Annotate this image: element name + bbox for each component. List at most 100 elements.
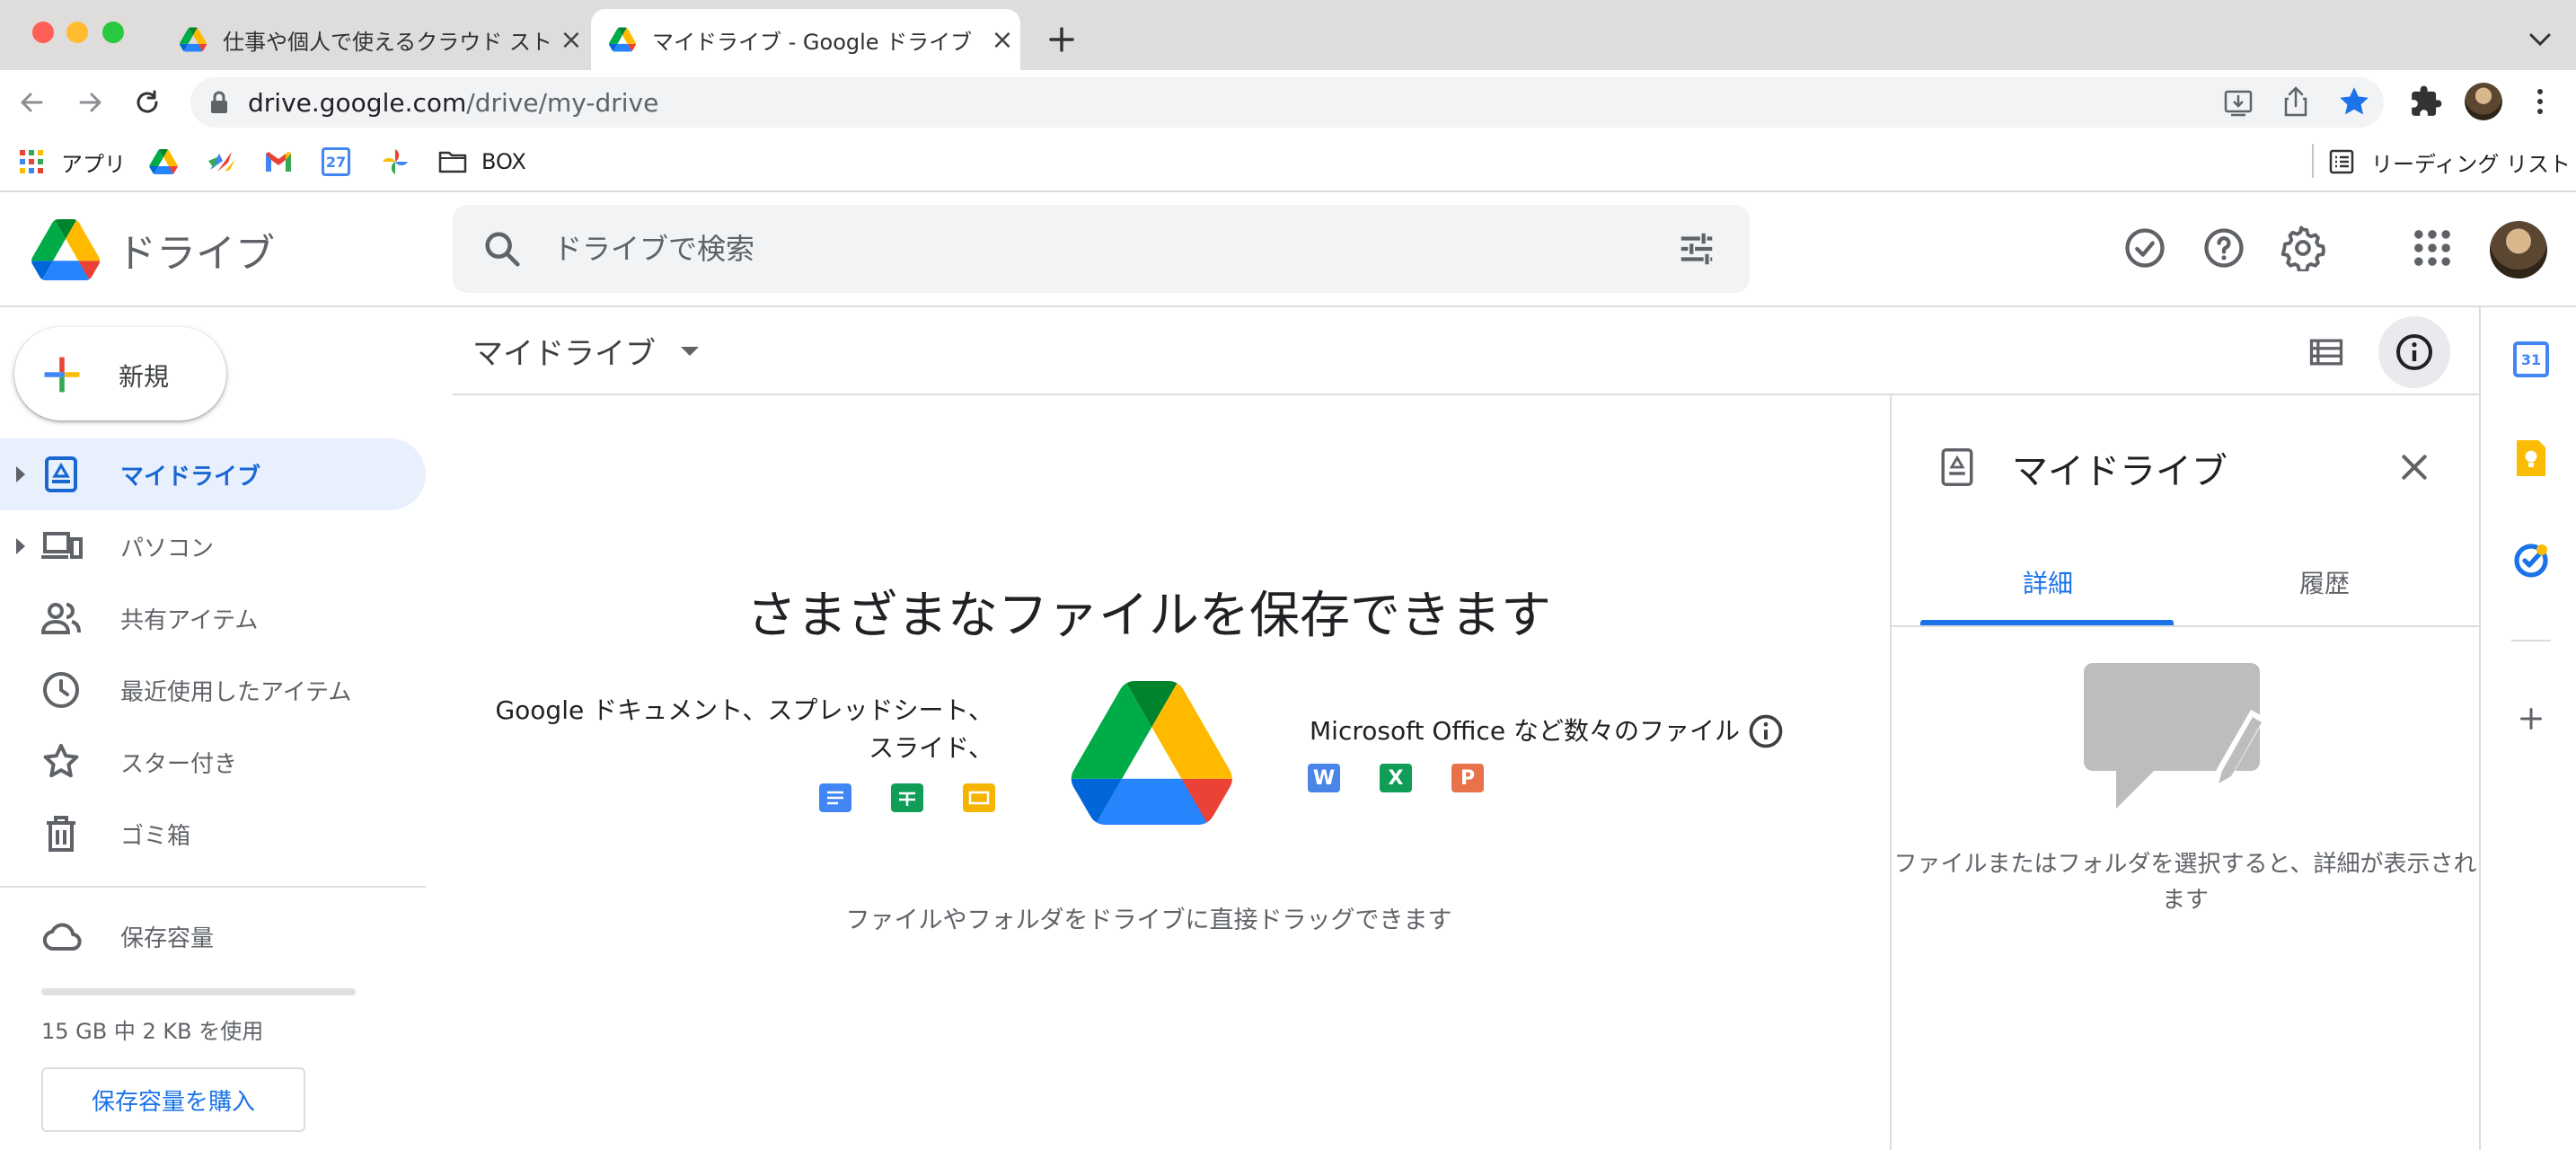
bookmark-label: BOX <box>481 149 526 174</box>
word-file-icon: W <box>1308 764 1340 792</box>
dropdown-caret-icon[interactable] <box>681 347 699 356</box>
bookmark-folder-box[interactable]: BOX <box>438 146 526 178</box>
sidebar-item-my-drive[interactable]: マイドライブ <box>0 438 426 510</box>
new-tab-button[interactable] <box>1045 23 1078 56</box>
tab-activity[interactable]: 履歴 <box>2299 564 2350 600</box>
apps-grid-icon <box>20 150 43 173</box>
tab-search-button[interactable] <box>2526 25 2554 54</box>
expand-arrow-icon[interactable] <box>16 466 25 482</box>
forward-button[interactable] <box>72 84 108 120</box>
details-panel-title: マイドライブ <box>2012 451 2228 492</box>
bookmark-label: アプリ <box>61 151 126 177</box>
google-drive-favicon-icon <box>180 27 207 52</box>
sidebar-item-label: ゴミ箱 <box>120 822 191 850</box>
bookmark-star-icon[interactable] <box>2337 84 2371 119</box>
lock-icon[interactable] <box>208 90 230 115</box>
close-window-button[interactable] <box>32 22 54 43</box>
sidebar-item-storage[interactable]: 保存容量 <box>0 900 426 972</box>
sidebar-item-computers[interactable]: パソコン <box>0 510 426 582</box>
bookmark-photos[interactable] <box>381 146 410 178</box>
minimize-window-button[interactable] <box>66 22 88 43</box>
bookmark-apps[interactable]: アプリ <box>18 146 126 178</box>
search-icon[interactable] <box>481 228 523 270</box>
bookmark-drive[interactable] <box>149 146 178 178</box>
details-panel-border <box>1890 395 1892 1150</box>
more-vert-icon[interactable] <box>2531 84 2549 119</box>
calendar-addon-button[interactable]: 31 <box>2510 338 2553 381</box>
back-button[interactable] <box>14 84 50 120</box>
info-icon <box>2396 334 2432 370</box>
calendar-icon: 27 <box>322 147 350 176</box>
help-icon[interactable] <box>2201 225 2247 271</box>
empty-state-title: さまざまなファイルを保存できます <box>746 587 1551 645</box>
sidebar-item-starred[interactable]: スター付き <box>0 726 426 798</box>
maximize-window-button[interactable] <box>102 22 124 43</box>
reload-button[interactable] <box>129 84 165 120</box>
share-icon[interactable] <box>2280 84 2312 119</box>
url-text[interactable]: drive.google.com/drive/my-drive <box>248 88 658 118</box>
plus-icon <box>1049 27 1074 52</box>
keep-lightbulb-icon <box>2517 440 2545 476</box>
sidebar-item-label: マイドライブ <box>120 463 261 491</box>
keep-addon-button[interactable] <box>2510 437 2553 480</box>
install-app-icon[interactable] <box>2222 86 2254 119</box>
page-title-my-drive[interactable]: マイドライブ <box>472 329 656 373</box>
search-input[interactable] <box>553 228 1631 270</box>
arrow-right-icon <box>79 93 101 112</box>
sidebar-item-recent[interactable]: 最近使用したアイテム <box>0 654 426 726</box>
folder-icon <box>438 151 467 173</box>
tasks-addon-button[interactable] <box>2510 539 2553 582</box>
browser-tab-active[interactable]: マイドライブ - Google ドライブ × <box>591 9 1020 70</box>
storage-progress-bar <box>41 988 356 995</box>
extensions-puzzle-icon[interactable] <box>2409 84 2443 119</box>
sidebar-item-label: パソコン <box>120 535 215 562</box>
product-name[interactable]: ドライブ <box>117 221 275 279</box>
drag-drop-hint: ファイルやフォルダをドライブに直接ドラッグできます <box>845 907 1452 934</box>
office-files-blurb: Microsoft Office など数々のファイル <box>1310 716 1740 746</box>
storage-label: 保存容量 <box>120 924 215 952</box>
google-drive-logo-icon <box>31 219 101 280</box>
sidebar-item-shared[interactable]: 共有アイテム <box>0 582 426 654</box>
tab-close-icon[interactable]: × <box>984 24 1020 56</box>
calendar-icon: 31 <box>2513 341 2549 377</box>
add-addon-plus-icon[interactable] <box>2515 703 2547 735</box>
star-icon <box>43 744 79 778</box>
shared-people-icon <box>40 603 81 634</box>
close-icon[interactable] <box>2396 449 2432 485</box>
expand-arrow-icon[interactable] <box>16 538 25 554</box>
offline-ready-check-icon[interactable] <box>2122 225 2168 271</box>
tasks-check-icon <box>2514 544 2548 578</box>
bookmark-calendar[interactable]: 27 <box>322 146 350 178</box>
powerpoint-file-icon: P <box>1451 764 1484 792</box>
cloud-icon <box>42 923 82 951</box>
buy-storage-button[interactable]: 保存容量を購入 <box>41 1067 305 1132</box>
pinwheel-logo-icon <box>208 152 235 172</box>
settings-gear-icon[interactable] <box>2280 225 2326 271</box>
google-sheets-icon <box>891 783 923 812</box>
drive-logo[interactable] <box>31 219 101 284</box>
reading-list-label: リーディング リスト <box>2371 151 2571 177</box>
tab-details[interactable]: 詳細 <box>2023 564 2073 600</box>
chevron-down-icon <box>2529 33 2551 47</box>
reading-list-button[interactable]: リーディング リスト <box>2328 146 2571 178</box>
bookmark-gmail[interactable] <box>264 146 293 178</box>
google-drive-icon <box>149 149 178 174</box>
info-icon[interactable] <box>1746 712 1786 751</box>
bookmark-colorful[interactable] <box>207 146 237 178</box>
computers-icon <box>41 532 83 559</box>
rail-divider <box>2511 640 2551 641</box>
sidebar-item-label: 最近使用したアイテム <box>120 678 352 706</box>
clock-icon <box>43 672 79 708</box>
profile-avatar[interactable] <box>2465 83 2502 120</box>
account-avatar[interactable] <box>2490 221 2547 279</box>
sidebar-item-trash[interactable]: ゴミ箱 <box>0 798 426 870</box>
google-drive-hero-icon <box>1071 681 1232 825</box>
sidebar-item-label: スター付き <box>120 750 238 778</box>
tab-close-icon[interactable]: × <box>553 24 589 56</box>
browser-tab[interactable]: 仕事や個人で使えるクラウド スト × <box>162 9 589 70</box>
reload-icon <box>137 90 158 113</box>
toolbar-divider <box>453 394 2479 395</box>
search-options-tune-icon[interactable] <box>1676 228 1717 270</box>
list-view-icon[interactable] <box>2307 332 2346 372</box>
google-apps-icon[interactable] <box>2409 225 2456 271</box>
